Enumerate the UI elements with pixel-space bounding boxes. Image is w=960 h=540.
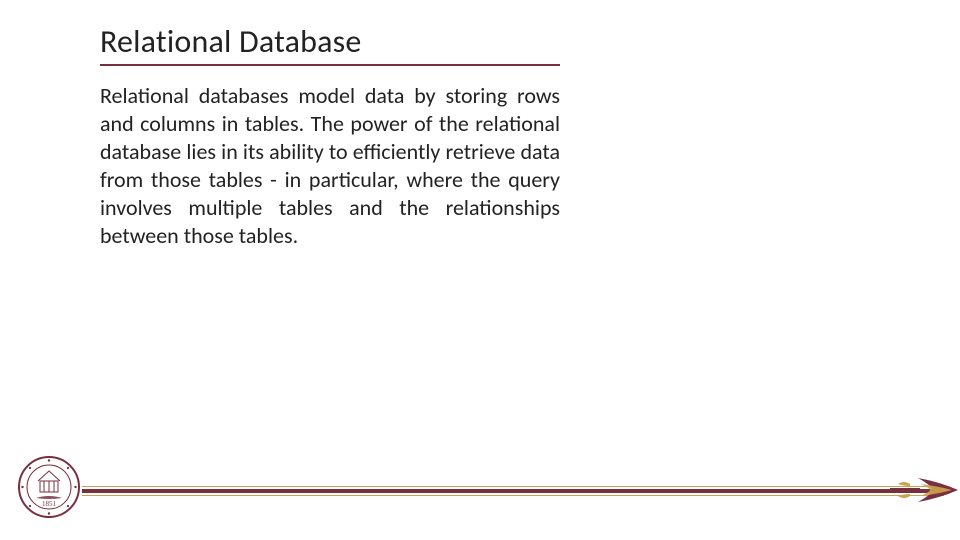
footer-divider	[82, 486, 944, 496]
title-underline	[100, 64, 560, 66]
slide: Relational Database Relational databases…	[0, 0, 960, 540]
university-seal-icon: 1851	[18, 456, 80, 518]
seal-year: 1851	[42, 500, 57, 508]
slide-title: Relational Database	[100, 22, 362, 61]
spear-icon	[890, 470, 960, 510]
slide-body: Relational databases model data by stori…	[100, 82, 560, 250]
